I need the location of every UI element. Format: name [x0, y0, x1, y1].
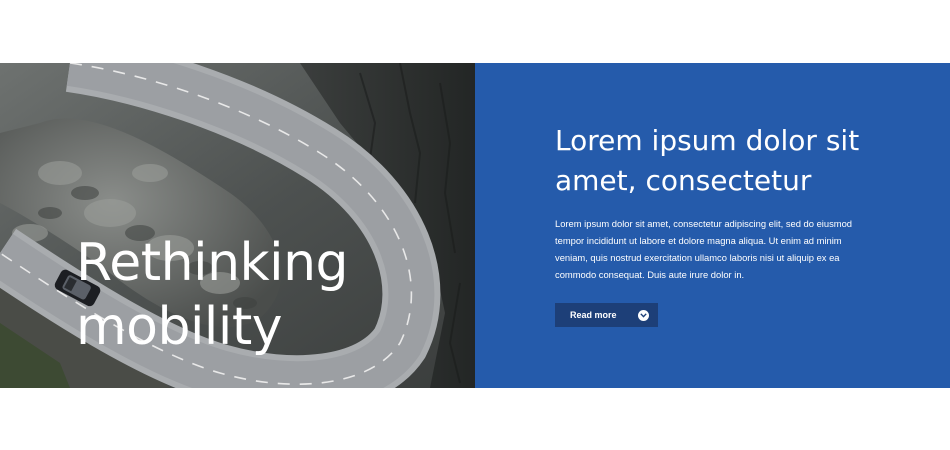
- chevron-down-icon: [638, 309, 649, 321]
- panel-body-text: Lorem ipsum dolor sit amet, consectetur …: [555, 215, 875, 283]
- hero-image: Rethinking mobility: [0, 63, 475, 388]
- panel-title: Lorem ipsum dolor sit amet, consectetur: [555, 121, 895, 201]
- hero-heading: Rethinking mobility: [76, 231, 349, 359]
- read-more-button[interactable]: Read more: [555, 303, 658, 327]
- panel-body-line3: veniam, quis nostrud exercitation ullamc…: [555, 252, 840, 263]
- read-more-label: Read more: [570, 310, 617, 320]
- panel-body-line2: tempor incididunt ut labore et dolore ma…: [555, 235, 842, 246]
- panel-title-line1: Lorem ipsum dolor sit: [555, 124, 860, 157]
- hero-heading-line2: mobility: [76, 297, 282, 357]
- hero-section: Rethinking mobility Lorem ipsum dolor si…: [0, 63, 950, 388]
- content-panel: Lorem ipsum dolor sit amet, consectetur …: [475, 63, 950, 388]
- panel-body-line1: Lorem ipsum dolor sit amet, consectetur …: [555, 218, 853, 229]
- panel-body-line4: commodo consequat. Duis aute irure dolor…: [555, 269, 745, 280]
- hero-heading-line1: Rethinking: [76, 233, 349, 293]
- panel-title-line2: amet, consectetur: [555, 164, 812, 197]
